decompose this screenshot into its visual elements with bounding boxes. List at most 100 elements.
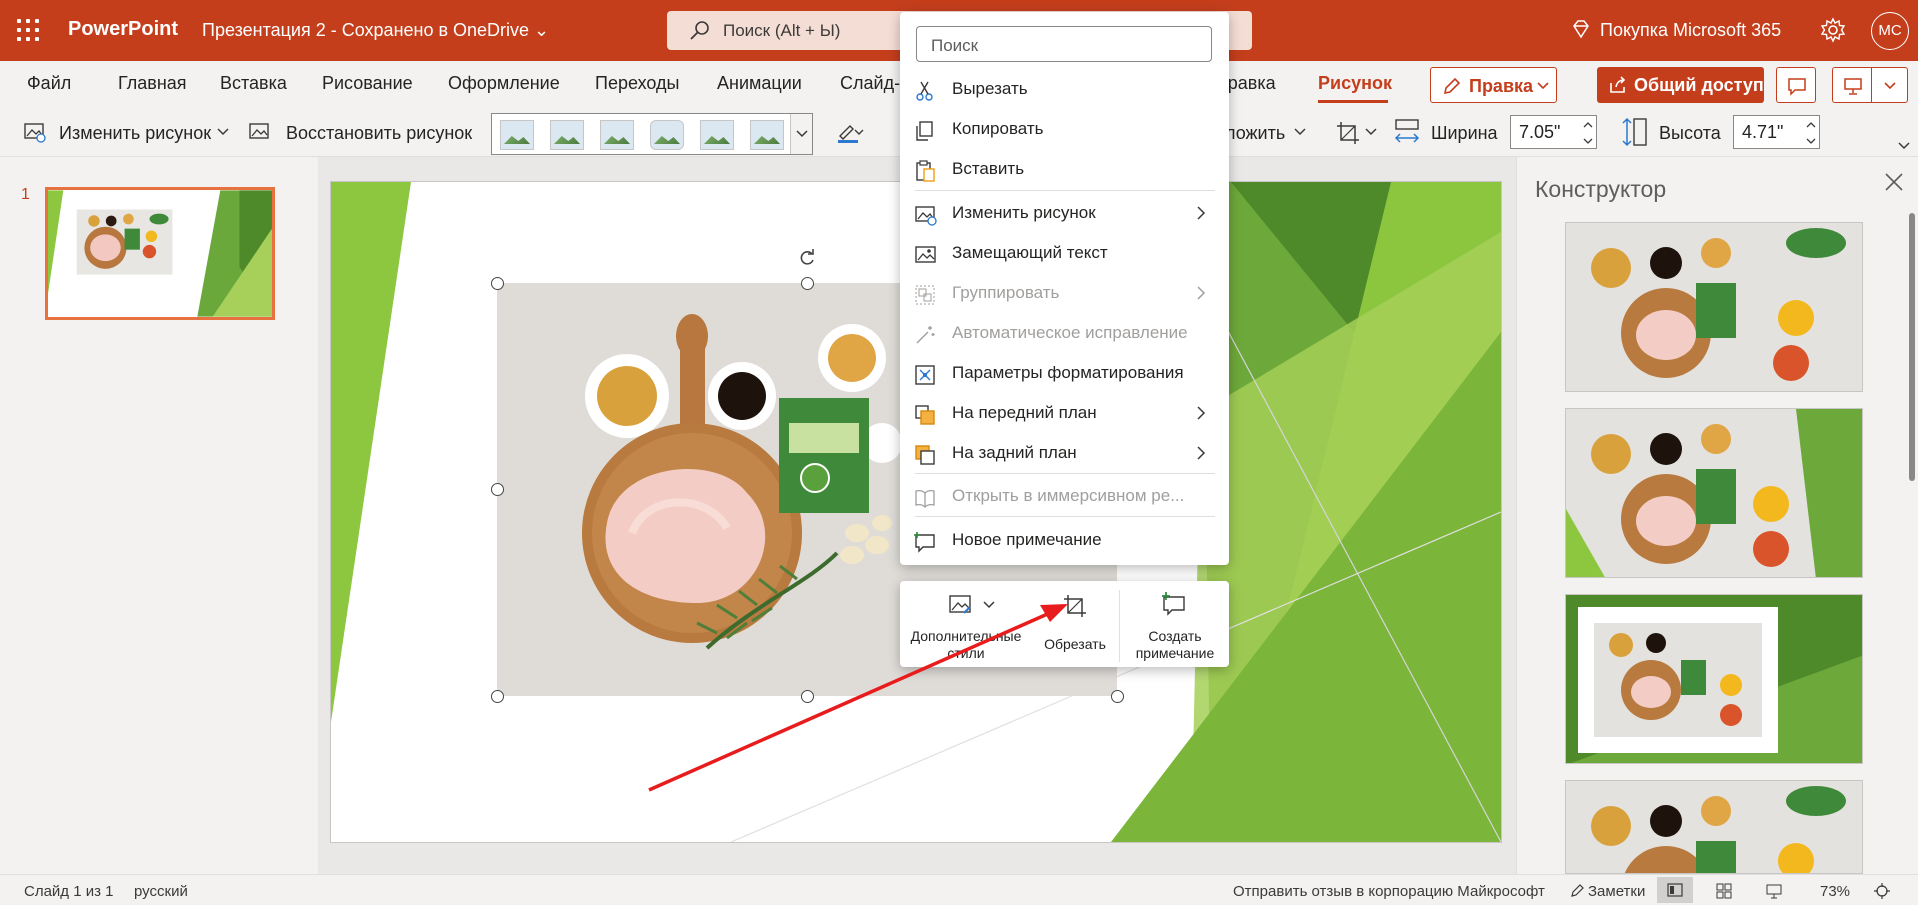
menu-item-auto-fix: Автоматическое исправление (900, 315, 1229, 351)
design-idea-2[interactable] (1565, 408, 1863, 578)
picture-style-2[interactable] (550, 120, 584, 150)
normal-view-icon (1667, 883, 1683, 897)
picture-style-6[interactable] (750, 120, 784, 150)
more-styles-label-1: Дополнительные (910, 628, 1022, 644)
search-icon (690, 21, 709, 40)
design-idea-4[interactable] (1565, 780, 1863, 874)
immersive-reader-icon (915, 489, 935, 508)
crop-button[interactable]: Обрезать (1034, 587, 1116, 661)
slide-thumbnail[interactable] (45, 187, 275, 320)
document-title[interactable]: Презентация 2 - Сохранено в OneDrive ⌄ (202, 20, 549, 41)
pencil-icon (1443, 77, 1461, 95)
resize-handle-s[interactable] (801, 690, 814, 703)
tab-animations[interactable]: Анимации (717, 73, 802, 94)
menu-item-alt-text[interactable]: Замещающий текст (900, 235, 1229, 271)
stepper-icon[interactable] (1806, 118, 1816, 148)
slide-sorter-icon[interactable] (1716, 883, 1732, 899)
gear-icon[interactable] (1820, 17, 1846, 43)
context-menu-search[interactable]: Поиск (916, 26, 1212, 62)
crop-icon[interactable] (1335, 120, 1361, 146)
chevron-down-icon (983, 601, 995, 609)
notes-icon (1571, 884, 1584, 897)
tab-file[interactable]: Файл (27, 73, 71, 94)
resize-handle-sw[interactable] (491, 690, 504, 703)
chevron-right-icon (1197, 406, 1206, 420)
create-comment-button[interactable]: Создать примечание (1124, 587, 1226, 661)
normal-view-button[interactable] (1657, 877, 1693, 903)
resize-handle-n[interactable] (801, 277, 814, 290)
chevron-right-icon (1197, 206, 1206, 220)
menu-item-label: Группировать (952, 283, 1060, 302)
picture-style-3[interactable] (600, 120, 634, 150)
menu-item-label: Параметры форматирования (952, 363, 1184, 382)
stepper-icon[interactable] (1583, 118, 1593, 148)
chevron-down-icon[interactable] (1365, 128, 1377, 136)
picture-style-4[interactable] (650, 120, 684, 150)
close-icon[interactable] (1884, 172, 1904, 192)
picture-style-1[interactable] (500, 120, 534, 150)
resize-handle-se[interactable] (1111, 690, 1124, 703)
menu-item-label: Вставить (952, 159, 1025, 178)
reading-view-icon[interactable] (1766, 883, 1782, 899)
buy-microsoft-365-link[interactable]: Покупка Microsoft 365 (1600, 20, 1781, 41)
menu-item-bring-forward[interactable]: На передний план (900, 395, 1229, 431)
share-button[interactable]: Общий доступ (1597, 67, 1764, 103)
menu-item-label: Замещающий текст (952, 243, 1108, 262)
picture-border-icon[interactable] (836, 120, 864, 144)
menu-item-new-comment[interactable]: Новое примечание (900, 522, 1229, 558)
menu-item-cut[interactable]: Вырезать (900, 71, 1229, 107)
tab-design[interactable]: Оформление (448, 73, 560, 94)
picture-style-5[interactable] (700, 120, 734, 150)
rotate-handle-icon[interactable] (797, 248, 817, 268)
create-comment-label-2: примечание (1135, 645, 1215, 661)
notes-button[interactable]: Заметки (1588, 883, 1645, 900)
width-label: Ширина (1431, 123, 1498, 143)
comments-button[interactable] (1776, 67, 1816, 103)
menu-item-label: На задний план (952, 443, 1077, 462)
zoom-level[interactable]: 73% (1820, 883, 1850, 900)
share-label: Общий доступ (1634, 75, 1764, 95)
menu-item-copy[interactable]: Копировать (900, 111, 1229, 147)
chevron-down-icon[interactable] (1898, 142, 1910, 150)
present-button[interactable] (1832, 67, 1908, 103)
language-indicator[interactable]: русский (134, 883, 188, 900)
fit-slide-icon[interactable] (1873, 882, 1891, 900)
app-name[interactable]: PowerPoint (68, 18, 178, 41)
design-idea-1[interactable] (1565, 222, 1863, 392)
change-picture-button[interactable]: Изменить рисунок (59, 123, 211, 144)
menu-item-label: Новое примечание (952, 530, 1102, 549)
status-bar: Слайд 1 из 1 русский Отправить отзыв в к… (0, 874, 1918, 905)
design-idea-3[interactable] (1565, 594, 1863, 764)
avatar[interactable]: МС (1871, 12, 1909, 50)
menu-item-label: Автоматическое исправление (952, 323, 1188, 342)
reset-picture-button[interactable]: Восстановить рисунок (286, 123, 472, 144)
chevron-down-icon[interactable] (217, 128, 229, 136)
designer-scrollbar[interactable] (1909, 213, 1915, 481)
menu-item-change-picture[interactable]: Изменить рисунок (900, 195, 1229, 231)
menu-item-paste[interactable]: Вставить (900, 151, 1229, 187)
width-icon (1394, 119, 1420, 143)
share-icon (1610, 76, 1626, 93)
editing-mode-label: Правка (1469, 76, 1534, 96)
menu-item-send-backward[interactable]: На задний план (900, 435, 1229, 471)
arrange-button[interactable]: ложить (1225, 123, 1285, 144)
chevron-down-icon[interactable] (1294, 128, 1306, 136)
menu-item-label: На передний план (952, 403, 1097, 422)
tab-draw[interactable]: Рисование (322, 73, 413, 94)
app-launcher-icon[interactable] (17, 19, 39, 41)
tab-transitions[interactable]: Переходы (595, 73, 679, 94)
search-placeholder: Поиск (Alt + Ы) (723, 21, 841, 40)
picture-styles-gallery[interactable] (491, 113, 813, 155)
change-picture-icon (915, 206, 937, 226)
tab-home[interactable]: Главная (118, 73, 187, 94)
gallery-expand-button[interactable] (790, 114, 812, 154)
resize-handle-w[interactable] (491, 483, 504, 496)
resize-handle-nw[interactable] (491, 277, 504, 290)
tab-picture[interactable]: Рисунок (1318, 73, 1392, 94)
slide-number: 1 (21, 186, 30, 203)
more-styles-button[interactable]: Дополнительные стили (908, 587, 1024, 661)
feedback-link[interactable]: Отправить отзыв в корпорацию Майкрософт (1233, 883, 1545, 900)
editing-mode-button[interactable]: Правка (1430, 67, 1557, 103)
tab-insert[interactable]: Вставка (220, 73, 287, 94)
menu-item-format-options[interactable]: Параметры форматирования (900, 355, 1229, 391)
